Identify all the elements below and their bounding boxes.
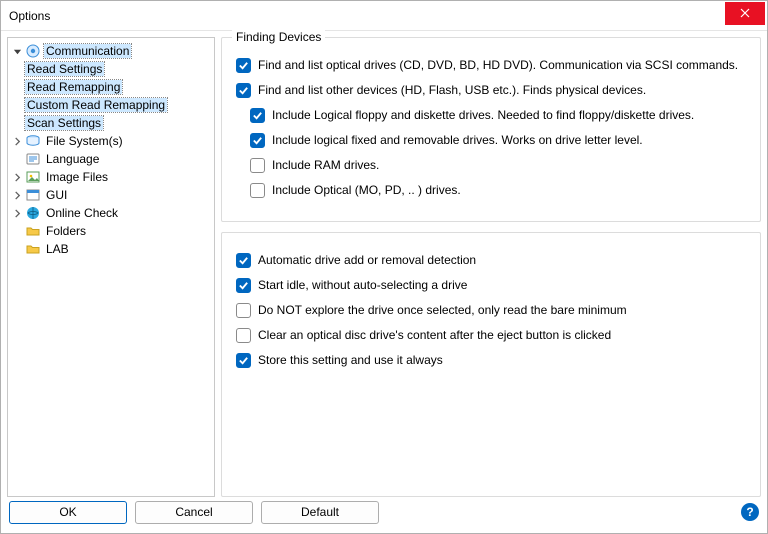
category-tree[interactable]: Communication Read Settings Read Remappi… [7, 37, 215, 497]
tree-item-image-files[interactable]: Image Files [10, 168, 214, 186]
option-auto-detect[interactable]: Automatic drive add or removal detection [236, 252, 746, 268]
chevron-right-icon[interactable] [10, 134, 24, 148]
option-label: Find and list optical drives (CD, DVD, B… [258, 57, 738, 73]
group-misc: Automatic drive add or removal detection… [221, 232, 761, 497]
option-label: Include RAM drives. [272, 157, 379, 173]
tree-item-online-check[interactable]: Online Check [10, 204, 214, 222]
option-clear-content[interactable]: Clear an optical disc drive's content af… [236, 327, 746, 343]
help-icon: ? [746, 505, 753, 519]
checkbox[interactable] [250, 158, 265, 173]
tree-item-communication[interactable]: Communication [10, 42, 214, 60]
checkbox[interactable] [236, 303, 251, 318]
option-find-optical[interactable]: Find and list optical drives (CD, DVD, B… [236, 57, 746, 73]
tree-item-gui[interactable]: GUI [10, 186, 214, 204]
option-label: Start idle, without auto-selecting a dri… [258, 277, 467, 293]
image-icon [25, 169, 41, 185]
checkbox[interactable] [250, 108, 265, 123]
tree-item-read-remapping[interactable]: Read Remapping [10, 78, 214, 96]
option-include-optical[interactable]: Include Optical (MO, PD, .. ) drives. [236, 182, 746, 198]
language-icon [25, 151, 41, 167]
chevron-right-icon[interactable] [10, 206, 24, 220]
chevron-right-icon[interactable] [10, 170, 24, 184]
button-bar: OK Cancel Default ? [1, 497, 767, 533]
options-window: Options Communication [0, 0, 768, 534]
disk-icon [25, 133, 41, 149]
tree-item-read-settings[interactable]: Read Settings [10, 60, 214, 78]
option-store-setting[interactable]: Store this setting and use it always [236, 352, 746, 368]
option-no-explore[interactable]: Do NOT explore the drive once selected, … [236, 302, 746, 318]
checkbox[interactable] [236, 328, 251, 343]
settings-panel: Finding Devices Find and list optical dr… [221, 37, 761, 497]
help-button[interactable]: ? [741, 503, 759, 521]
tree-item-custom-read-remapping[interactable]: Custom Read Remapping [10, 96, 214, 114]
option-find-other[interactable]: Find and list other devices (HD, Flash, … [236, 82, 746, 98]
tree-item-scan-settings[interactable]: Scan Settings [10, 114, 214, 132]
ok-button[interactable]: OK [9, 501, 127, 524]
tree-label-communication: Communication [44, 44, 131, 58]
option-label: Store this setting and use it always [258, 352, 443, 368]
checkbox[interactable] [236, 83, 251, 98]
option-label: Automatic drive add or removal detection [258, 252, 476, 268]
option-start-idle[interactable]: Start idle, without auto-selecting a dri… [236, 277, 746, 293]
checkbox[interactable] [236, 58, 251, 73]
group-legend: Finding Devices [232, 30, 325, 44]
option-include-floppy[interactable]: Include Logical floppy and diskette driv… [236, 107, 746, 123]
chevron-down-icon[interactable] [10, 44, 24, 58]
tree-item-lab[interactable]: LAB [10, 240, 214, 258]
option-label: Find and list other devices (HD, Flash, … [258, 82, 646, 98]
window-title: Options [9, 9, 725, 23]
folder-icon [25, 223, 41, 239]
folder-icon [25, 241, 41, 257]
cancel-button[interactable]: Cancel [135, 501, 253, 524]
checkbox[interactable] [250, 133, 265, 148]
option-include-fixed[interactable]: Include logical fixed and removable driv… [236, 132, 746, 148]
option-label: Include logical fixed and removable driv… [272, 132, 643, 148]
option-label: Include Logical floppy and diskette driv… [272, 107, 694, 123]
close-button[interactable] [725, 2, 765, 25]
communication-icon [25, 43, 41, 59]
tree-item-language[interactable]: Language [10, 150, 214, 168]
globe-icon [25, 205, 41, 221]
option-label: Clear an optical disc drive's content af… [258, 327, 611, 343]
checkbox[interactable] [236, 278, 251, 293]
tree-item-file-systems[interactable]: File System(s) [10, 132, 214, 150]
close-icon [740, 8, 750, 18]
checkbox[interactable] [236, 253, 251, 268]
window-icon [25, 187, 41, 203]
option-include-ram[interactable]: Include RAM drives. [236, 157, 746, 173]
option-label: Do NOT explore the drive once selected, … [258, 302, 627, 318]
tree-item-folders[interactable]: Folders [10, 222, 214, 240]
content-area: Communication Read Settings Read Remappi… [1, 31, 767, 497]
default-button[interactable]: Default [261, 501, 379, 524]
checkbox[interactable] [236, 353, 251, 368]
option-label: Include Optical (MO, PD, .. ) drives. [272, 182, 461, 198]
titlebar: Options [1, 1, 767, 31]
chevron-right-icon[interactable] [10, 188, 24, 202]
checkbox[interactable] [250, 183, 265, 198]
group-finding-devices: Finding Devices Find and list optical dr… [221, 37, 761, 222]
